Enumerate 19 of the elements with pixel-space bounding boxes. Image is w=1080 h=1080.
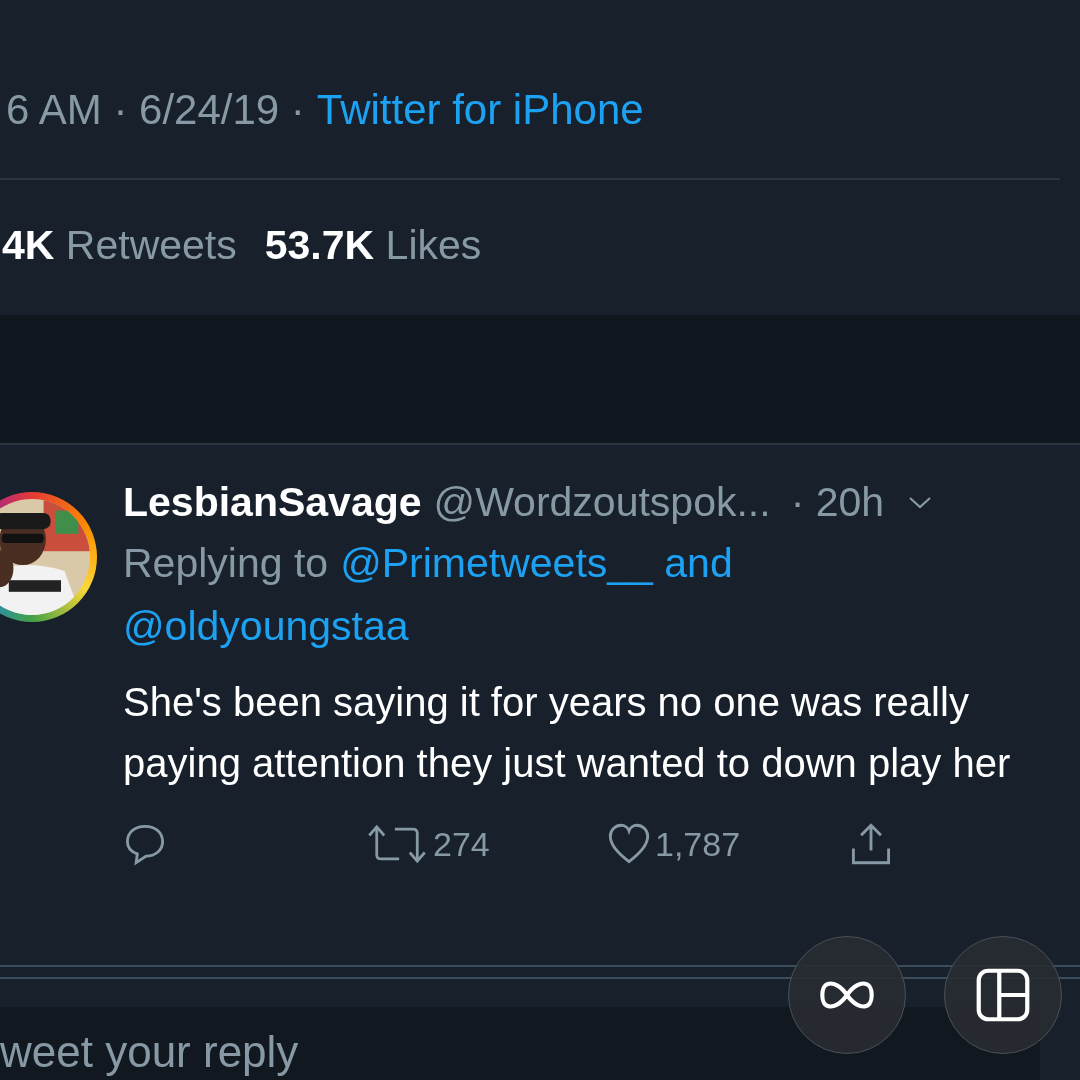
action-count: 1,787 bbox=[655, 824, 741, 864]
mention-link[interactable]: @Primetweets__ and bbox=[340, 540, 733, 587]
retweet-icon[interactable] bbox=[365, 822, 429, 866]
source-link[interactable]: Twitter for iPhone bbox=[316, 86, 644, 134]
chevron-down-icon[interactable] bbox=[908, 495, 933, 510]
tweet-text: She's been saying it for years no one was really paying attention they just wanted to down play her bbox=[123, 679, 1012, 787]
mention-link[interactable]: @oldyoungstaa bbox=[123, 603, 409, 650]
user-handle: @Wordzoutspok... bbox=[433, 479, 771, 526]
stat-count[interactable]: 4K Retweets bbox=[2, 222, 237, 269]
tweet-timestamp: 6 AM · 6/24/19 · bbox=[6, 86, 305, 134]
heart-icon[interactable] bbox=[607, 822, 651, 866]
reply-field[interactable]: weet your reply bbox=[0, 1007, 1040, 1080]
share-icon[interactable] bbox=[849, 822, 893, 866]
tweet-age: · 20h bbox=[790, 479, 885, 526]
comment-icon[interactable] bbox=[123, 822, 167, 866]
action-count: 274 bbox=[433, 824, 490, 864]
replying-label: Replying to bbox=[123, 540, 329, 587]
display-name[interactable]: LesbianSavage bbox=[123, 479, 422, 526]
stat-count[interactable]: 53.7K Likes bbox=[264, 222, 482, 269]
